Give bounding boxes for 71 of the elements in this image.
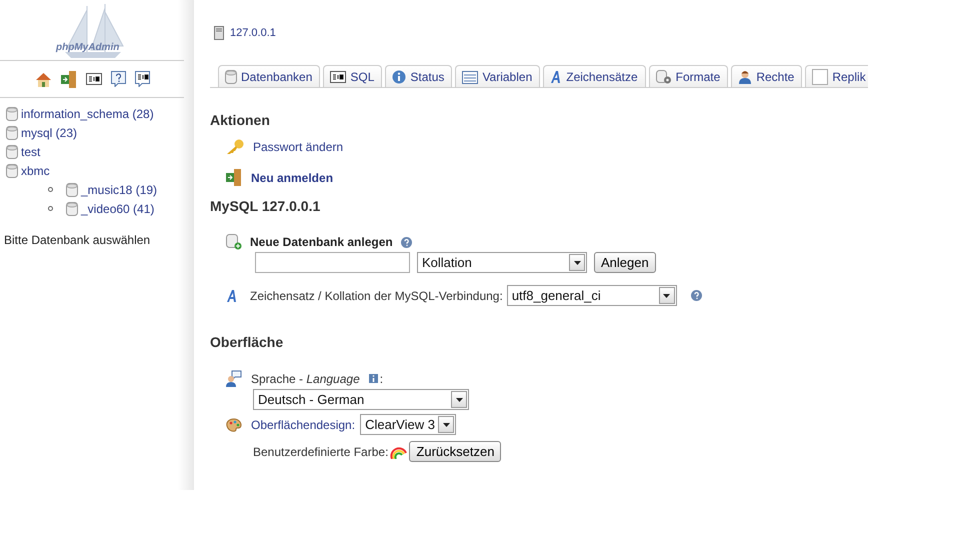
- table-link[interactable]: _music18 (19): [81, 182, 158, 196]
- language-select[interactable]: Deutsch - German: [253, 389, 469, 410]
- rainbow-icon[interactable]: [390, 444, 408, 458]
- key-icon: [226, 139, 244, 155]
- server-link[interactable]: 127.0.0.1: [230, 27, 276, 39]
- logo-text: phpMyAdmin: [56, 42, 120, 53]
- database-icon: [6, 106, 18, 120]
- bullet-icon: [48, 187, 53, 192]
- database-icon: [6, 126, 18, 140]
- exit-door-icon[interactable]: [60, 70, 76, 88]
- section-heading: Aktionen: [210, 112, 271, 128]
- field-label: Benutzerdefinierte Farbe:: [253, 444, 388, 458]
- collation-select[interactable]: Kollation: [417, 252, 587, 273]
- table-link[interactable]: _video60 (41): [81, 202, 154, 216]
- nav-tab[interactable]: Replik: [805, 65, 868, 87]
- database-link[interactable]: mysql (23): [21, 126, 78, 140]
- database-icon: [66, 182, 78, 196]
- user-speech-icon: [226, 370, 242, 387]
- action-link[interactable]: Neu anmelden: [251, 170, 334, 184]
- info-icon: [392, 70, 406, 84]
- database-link[interactable]: test: [21, 144, 40, 158]
- nav-tab[interactable]: Status: [385, 65, 452, 87]
- database-icon: [66, 202, 78, 216]
- caret-icon: [663, 294, 670, 298]
- caret-icon: [442, 422, 450, 426]
- nav-tab[interactable]: SQL: [323, 65, 382, 87]
- action-link[interactable]: Passwort ändern: [253, 140, 344, 154]
- database-icon: [6, 144, 18, 158]
- field-label: Neue Datenbank anlegen: [250, 235, 393, 249]
- server-icon: [214, 26, 224, 40]
- colon-text: :: [380, 372, 384, 386]
- reset-button[interactable]: Zurücksetzen: [409, 441, 502, 462]
- help-icon[interactable]: [690, 290, 702, 301]
- sql-icon[interactable]: [86, 73, 102, 85]
- nav-tab[interactable]: Datenbanken: [218, 65, 320, 87]
- theme-link[interactable]: Oberflächendesign:: [251, 418, 356, 432]
- caret-icon: [574, 260, 580, 264]
- letter-a-icon: [226, 290, 238, 302]
- database-link[interactable]: information_schema (28): [21, 106, 154, 120]
- database-icon: [6, 164, 18, 178]
- letter-a-icon: [550, 71, 562, 83]
- exit-door-icon[interactable]: [226, 169, 242, 186]
- info-icon[interactable]: [368, 374, 378, 383]
- hint-text: Bitte Datenbank auswählen: [3, 232, 152, 247]
- database-link[interactable]: xbmc: [21, 164, 50, 178]
- database-add-icon: [226, 234, 242, 250]
- caret-icon: [456, 398, 462, 402]
- connection-collation-select[interactable]: utf8_general_ci: [506, 285, 677, 306]
- help-icon[interactable]: [400, 236, 412, 248]
- nav-tab[interactable]: Rechte: [731, 65, 802, 87]
- field-label: Sprache - Language: [251, 372, 360, 386]
- user-icon: [738, 70, 752, 84]
- theme-select[interactable]: ClearView 3: [360, 414, 456, 435]
- bullet-icon: [48, 206, 53, 211]
- database-icon: [225, 70, 237, 84]
- section-heading: Oberfläche: [210, 334, 284, 350]
- section-heading: MySQL 127.0.0.1: [210, 198, 322, 214]
- nav-tab[interactable]: Zeichensätze: [543, 65, 646, 87]
- home-icon[interactable]: [34, 72, 52, 86]
- sql-icon: [330, 71, 346, 83]
- field-label: Zeichensatz / Kollation der MySQL-Verbindung:: [250, 288, 503, 302]
- database-gear-icon: [656, 70, 672, 84]
- palette-icon: [226, 418, 242, 432]
- create-button[interactable]: Anlegen: [594, 252, 656, 273]
- sql-window-icon[interactable]: [134, 71, 150, 87]
- list-icon: [462, 70, 478, 84]
- nav-tab[interactable]: Variablen: [455, 65, 540, 87]
- database-name-field[interactable]: [255, 252, 410, 273]
- help-icon[interactable]: [110, 71, 126, 87]
- blank-icon: [812, 69, 828, 85]
- nav-tab[interactable]: Formate: [648, 65, 728, 87]
